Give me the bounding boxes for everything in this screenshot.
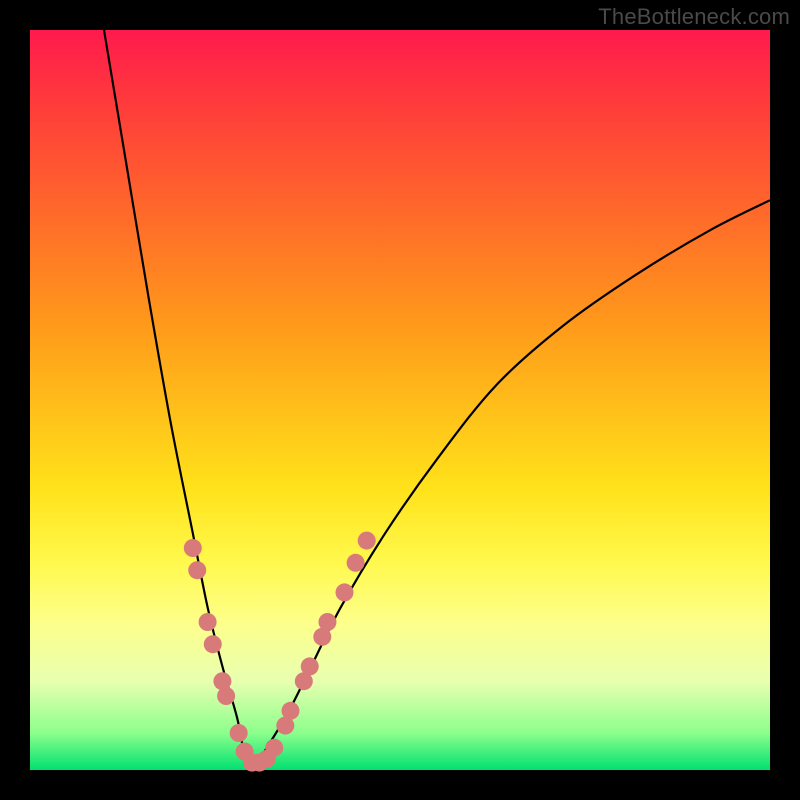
data-marker [358, 532, 376, 550]
data-marker [318, 613, 336, 631]
data-marker [347, 554, 365, 572]
data-marker [265, 739, 283, 757]
right-curve-path [252, 200, 770, 770]
curves-layer [30, 30, 770, 770]
plot-area [30, 30, 770, 770]
data-marker [301, 657, 319, 675]
left-curve-path [104, 30, 252, 770]
data-marker [184, 539, 202, 557]
left-curve [104, 30, 252, 770]
watermark-text: TheBottleneck.com [598, 4, 790, 30]
data-marker [217, 687, 235, 705]
data-marker [204, 635, 222, 653]
data-marker [199, 613, 217, 631]
right-curve [252, 200, 770, 770]
data-marker [336, 583, 354, 601]
marker-cluster [184, 532, 376, 772]
data-marker [281, 702, 299, 720]
data-marker [230, 724, 248, 742]
data-marker [188, 561, 206, 579]
chart-frame: TheBottleneck.com [0, 0, 800, 800]
